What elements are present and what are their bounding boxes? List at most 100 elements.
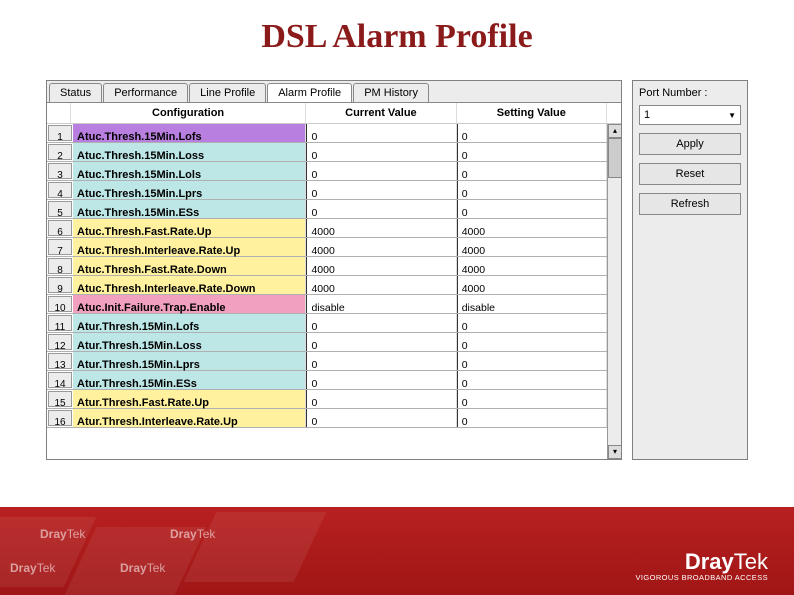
config-name: Atur.Thresh.15Min.Lprs <box>73 352 306 370</box>
table-row[interactable]: 11Atur.Thresh.15Min.Lofs00 <box>47 314 607 333</box>
setting-value[interactable]: 0 <box>457 124 607 142</box>
config-name: Atuc.Thresh.Fast.Rate.Down <box>73 257 306 275</box>
table-row[interactable]: 16Atur.Thresh.Interleave.Rate.Up00 <box>47 409 607 428</box>
row-number: 16 <box>48 410 72 426</box>
port-number-label: Port Number : <box>639 87 741 99</box>
table-row[interactable]: 3Atuc.Thresh.15Min.Lols00 <box>47 162 607 181</box>
tab-status[interactable]: Status <box>49 83 102 102</box>
row-number: 12 <box>48 334 72 350</box>
tab-alarm-profile[interactable]: Alarm Profile <box>267 83 352 102</box>
row-number: 13 <box>48 353 72 369</box>
tab-body: Configuration Current Value Setting Valu… <box>47 102 621 459</box>
row-number: 7 <box>48 239 72 255</box>
setting-value[interactable]: 0 <box>457 390 607 408</box>
current-value: 0 <box>306 314 456 332</box>
setting-value[interactable]: disable <box>457 295 607 313</box>
config-name: Atuc.Thresh.Interleave.Rate.Up <box>73 238 306 256</box>
table-row[interactable]: 1Atuc.Thresh.15Min.Lofs00 <box>47 124 607 143</box>
current-value: 0 <box>306 352 456 370</box>
current-value: 0 <box>306 409 456 427</box>
table-row[interactable]: 5Atuc.Thresh.15Min.ESs00 <box>47 200 607 219</box>
config-name: Atuc.Thresh.15Min.Lprs <box>73 181 306 199</box>
current-value: disable <box>306 295 456 313</box>
header-current-value: Current Value <box>306 103 456 123</box>
port-number-value: 1 <box>644 109 650 121</box>
row-number: 5 <box>48 201 72 217</box>
table-row[interactable]: 2Atuc.Thresh.15Min.Loss00 <box>47 143 607 162</box>
table-row[interactable]: 13Atur.Thresh.15Min.Lprs00 <box>47 352 607 371</box>
refresh-button[interactable]: Refresh <box>639 193 741 215</box>
watermark: DrayTek <box>120 561 165 575</box>
setting-value[interactable]: 0 <box>457 314 607 332</box>
config-name: Atuc.Thresh.15Min.ESs <box>73 200 306 218</box>
row-number: 3 <box>48 163 72 179</box>
footer: Confidential DrayTek DrayTek DrayTek Dra… <box>0 507 794 595</box>
table-row[interactable]: 15Atur.Thresh.Fast.Rate.Up00 <box>47 390 607 409</box>
current-value: 0 <box>306 371 456 389</box>
row-number: 14 <box>48 372 72 388</box>
tab-pm-history[interactable]: PM History <box>353 83 429 102</box>
reset-button[interactable]: Reset <box>639 163 741 185</box>
row-number: 15 <box>48 391 72 407</box>
current-value: 4000 <box>306 238 456 256</box>
setting-value[interactable]: 4000 <box>457 238 607 256</box>
setting-value[interactable]: 0 <box>457 333 607 351</box>
table-row[interactable]: 8Atuc.Thresh.Fast.Rate.Down40004000 <box>47 257 607 276</box>
table-row[interactable]: 9Atuc.Thresh.Interleave.Rate.Down4000400… <box>47 276 607 295</box>
vertical-scrollbar[interactable]: ▴ ▾ <box>607 124 621 459</box>
setting-value[interactable]: 0 <box>457 352 607 370</box>
current-value: 4000 <box>306 219 456 237</box>
tab-bar: StatusPerformanceLine ProfileAlarm Profi… <box>47 81 621 102</box>
config-name: Atur.Thresh.Fast.Rate.Up <box>73 390 306 408</box>
header-scroll-spacer <box>607 103 621 123</box>
apply-button[interactable]: Apply <box>639 133 741 155</box>
tab-line-profile[interactable]: Line Profile <box>189 83 266 102</box>
setting-value[interactable]: 0 <box>457 181 607 199</box>
page-title: DSL Alarm Profile <box>0 0 794 80</box>
scroll-thumb[interactable] <box>608 138 621 178</box>
table-rows: 1Atuc.Thresh.15Min.Lofs002Atuc.Thresh.15… <box>47 124 607 459</box>
setting-value[interactable]: 0 <box>457 409 607 427</box>
config-name: Atuc.Init.Failure.Trap.Enable <box>73 295 306 313</box>
table-row[interactable]: 12Atur.Thresh.15Min.Loss00 <box>47 333 607 352</box>
header-num <box>47 103 71 123</box>
row-number: 2 <box>48 144 72 160</box>
config-name: Atuc.Thresh.15Min.Lofs <box>73 124 306 142</box>
config-name: Atur.Thresh.15Min.Loss <box>73 333 306 351</box>
current-value: 0 <box>306 390 456 408</box>
row-number: 4 <box>48 182 72 198</box>
table-row[interactable]: 14Atur.Thresh.15Min.ESs00 <box>47 371 607 390</box>
table-row[interactable]: 6Atuc.Thresh.Fast.Rate.Up40004000 <box>47 219 607 238</box>
setting-value[interactable]: 4000 <box>457 219 607 237</box>
table-grid: 1Atuc.Thresh.15Min.Lofs002Atuc.Thresh.15… <box>47 124 621 459</box>
table-row[interactable]: 10Atuc.Init.Failure.Trap.Enabledisabledi… <box>47 295 607 314</box>
table-row[interactable]: 4Atuc.Thresh.15Min.Lprs00 <box>47 181 607 200</box>
alarm-profile-panel: StatusPerformanceLine ProfileAlarm Profi… <box>46 80 748 460</box>
config-name: Atur.Thresh.15Min.Lofs <box>73 314 306 332</box>
scroll-down-button[interactable]: ▾ <box>608 445 621 459</box>
port-number-select[interactable]: 1 ▼ <box>639 105 741 125</box>
current-value: 0 <box>306 333 456 351</box>
setting-value[interactable]: 0 <box>457 371 607 389</box>
current-value: 0 <box>306 124 456 142</box>
watermark: DrayTek <box>40 527 85 541</box>
setting-value[interactable]: 0 <box>457 200 607 218</box>
brand-logo: DrayTek VIGOROUS BROADBAND ACCESS <box>635 549 768 582</box>
config-name: Atuc.Thresh.Fast.Rate.Up <box>73 219 306 237</box>
watermark: DrayTek <box>170 527 215 541</box>
side-panel: Port Number : 1 ▼ Apply Reset Refresh <box>632 80 748 460</box>
table-row[interactable]: 7Atuc.Thresh.Interleave.Rate.Up40004000 <box>47 238 607 257</box>
current-value: 0 <box>306 200 456 218</box>
chevron-down-icon: ▼ <box>728 111 736 120</box>
setting-value[interactable]: 0 <box>457 162 607 180</box>
current-value: 4000 <box>306 257 456 275</box>
row-number: 6 <box>48 220 72 236</box>
tab-performance[interactable]: Performance <box>103 83 188 102</box>
header-configuration: Configuration <box>71 103 306 123</box>
setting-value[interactable]: 0 <box>457 143 607 161</box>
setting-value[interactable]: 4000 <box>457 276 607 294</box>
setting-value[interactable]: 4000 <box>457 257 607 275</box>
header-setting-value: Setting Value <box>457 103 607 123</box>
row-number: 9 <box>48 277 72 293</box>
scroll-up-button[interactable]: ▴ <box>608 124 621 138</box>
